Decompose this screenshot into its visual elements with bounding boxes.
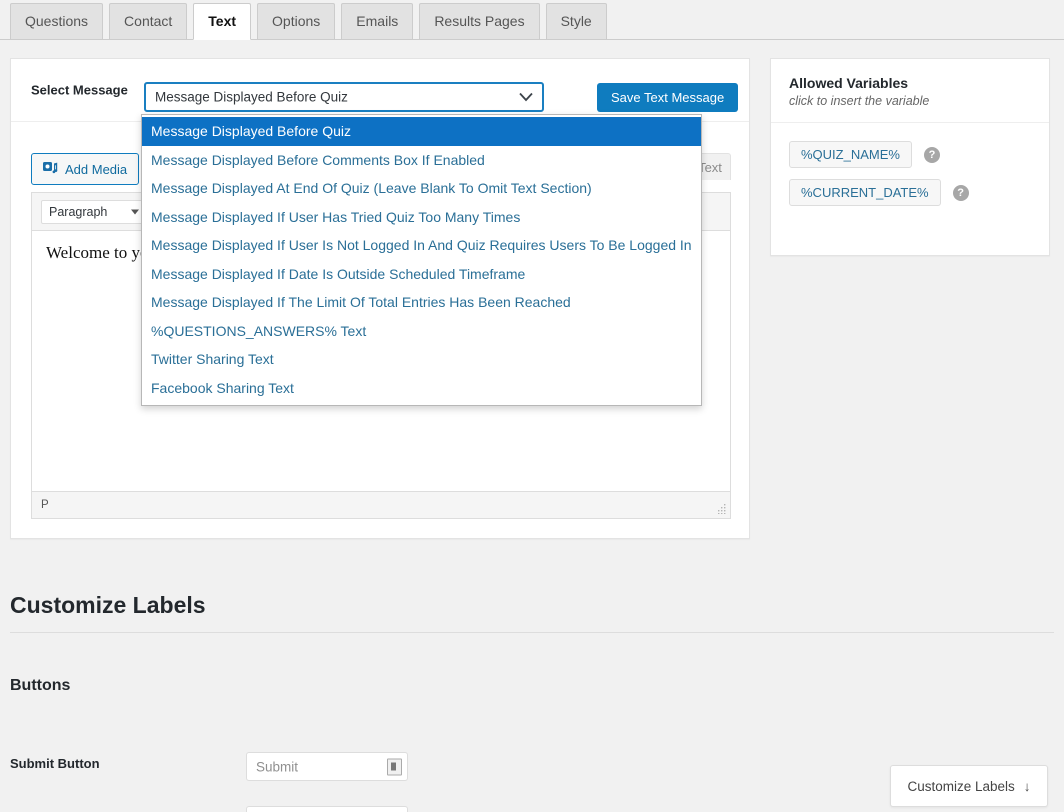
tab-results-pages[interactable]: Results Pages bbox=[419, 3, 540, 40]
add-media-button[interactable]: Add Media bbox=[31, 153, 140, 185]
add-media-label: Add Media bbox=[65, 161, 128, 177]
caret-down-icon bbox=[131, 209, 139, 215]
save-text-message-button[interactable]: Save Text Message bbox=[597, 83, 739, 112]
editor-element-path: P bbox=[41, 499, 49, 511]
help-icon[interactable]: ? bbox=[952, 184, 969, 201]
format-select-value: Paragraph bbox=[49, 205, 108, 219]
editor-statusbar: P bbox=[32, 491, 730, 518]
section-divider bbox=[10, 632, 1054, 633]
tab-questions[interactable]: Questions bbox=[10, 3, 104, 40]
tab-bar: Questions Contact Text Options Emails Results… bbox=[0, 0, 1064, 40]
tab-strip: Questions Contact Text Options Emails Results… bbox=[10, 3, 607, 40]
variable-row: %CURRENT_DATE%? bbox=[789, 179, 1031, 206]
submit-button-field-label: Submit Button bbox=[10, 756, 100, 771]
insert-variable-icon[interactable] bbox=[387, 758, 402, 775]
tab-text[interactable]: Text bbox=[193, 3, 252, 40]
media-icon bbox=[43, 162, 58, 174]
select-option[interactable]: Message Displayed If Date Is Outside Sch… bbox=[142, 260, 701, 289]
select-message-label: Select Message bbox=[31, 82, 128, 98]
select-message-options-list[interactable]: Message Displayed Before Quiz Message Dis… bbox=[141, 114, 702, 406]
select-option[interactable]: Twitter Sharing Text bbox=[142, 345, 701, 374]
select-option[interactable]: Message Displayed Before Quiz bbox=[142, 117, 701, 146]
tab-emails[interactable]: Emails bbox=[341, 3, 414, 40]
resize-handle-icon[interactable] bbox=[716, 504, 726, 514]
variable-chip[interactable]: %CURRENT_DATE% bbox=[789, 179, 941, 206]
select-option[interactable]: Message Displayed If The Limit Of Total … bbox=[142, 288, 701, 317]
arrow-down-icon: ↓ bbox=[1023, 778, 1031, 794]
select-option[interactable]: Message Displayed Before Comments Box If… bbox=[142, 146, 701, 175]
format-select[interactable]: Paragraph bbox=[41, 200, 146, 224]
select-message-dropdown[interactable]: Message Displayed Before Quiz bbox=[144, 82, 544, 112]
select-message-value: Message Displayed Before Quiz bbox=[155, 89, 348, 105]
next-label-input-partial[interactable] bbox=[246, 806, 408, 812]
select-option[interactable]: Facebook Sharing Text bbox=[142, 374, 701, 403]
app-root: Questions Contact Text Options Emails Results… bbox=[0, 0, 1064, 812]
customize-labels-jump-label: Customize Labels bbox=[907, 778, 1015, 794]
customize-labels-jump-button[interactable]: Customize Labels ↓ bbox=[890, 765, 1048, 807]
select-message-row: Select Message Message Displayed Before … bbox=[11, 59, 749, 122]
help-icon[interactable]: ? bbox=[923, 146, 940, 163]
allowed-variables-header: Allowed Variables click to insert the va… bbox=[771, 59, 1049, 123]
select-option[interactable]: Message Displayed If User Is Not Logged … bbox=[142, 231, 701, 260]
customize-labels-heading: Customize Labels bbox=[10, 592, 206, 618]
allowed-variables-panel: Allowed Variables click to insert the va… bbox=[770, 58, 1050, 256]
variable-chip[interactable]: %QUIZ_NAME% bbox=[789, 141, 912, 168]
select-option[interactable]: Message Displayed If User Has Tried Quiz… bbox=[142, 203, 701, 232]
tab-contact[interactable]: Contact bbox=[109, 3, 188, 40]
select-option[interactable]: %QUESTIONS_ANSWERS% Text bbox=[142, 317, 701, 346]
allowed-variables-title: Allowed Variables bbox=[789, 75, 909, 91]
buttons-subheading: Buttons bbox=[10, 677, 71, 694]
tab-options[interactable]: Options bbox=[257, 3, 336, 40]
submit-button-placeholder: Submit bbox=[256, 759, 299, 774]
select-option[interactable]: Message Displayed At End Of Quiz (Leave … bbox=[142, 174, 701, 203]
variable-row: %QUIZ_NAME%? bbox=[789, 141, 1031, 168]
allowed-variables-list: %QUIZ_NAME%? %CURRENT_DATE%? bbox=[771, 123, 1049, 227]
tab-style[interactable]: Style bbox=[545, 3, 607, 40]
submit-button-text-input[interactable]: Submit bbox=[246, 752, 408, 781]
allowed-variables-subtitle: click to insert the variable bbox=[789, 94, 930, 108]
chevron-down-icon bbox=[519, 92, 533, 102]
